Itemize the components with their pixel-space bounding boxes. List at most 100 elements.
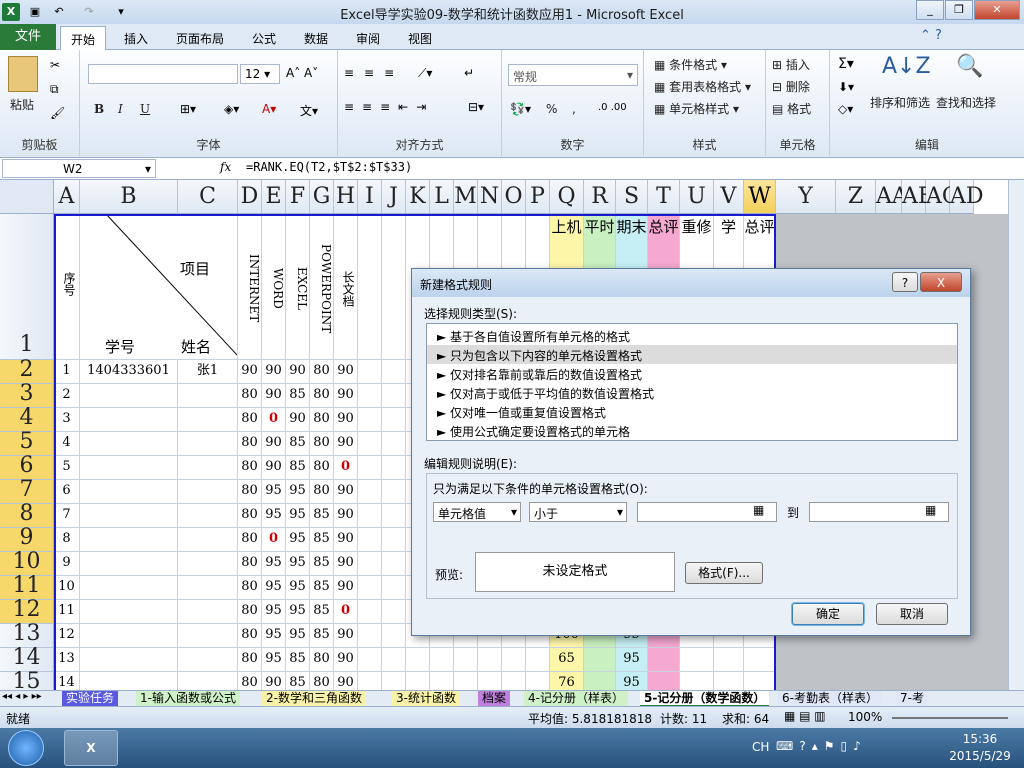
seq-cell[interactable]: 10 xyxy=(54,576,80,600)
format-button[interactable]: 格式(F)... xyxy=(685,562,763,584)
name-cell[interactable]: 张1 xyxy=(178,360,238,384)
score-cell[interactable]: 80 xyxy=(238,648,262,672)
insert-cells-button[interactable]: ⊞ 插入 xyxy=(772,56,810,73)
score-cell[interactable]: 95 xyxy=(262,576,286,600)
score-cell[interactable]: 95 xyxy=(286,504,310,528)
rule-type-item[interactable]: ► 只为包含以下内容的单元格设置格式 xyxy=(427,345,957,364)
autosum-icon[interactable]: Σ▾ xyxy=(838,56,854,72)
column-header[interactable]: U xyxy=(680,180,714,214)
cell-value-select[interactable]: 单元格值 ▾ xyxy=(433,502,521,522)
find-select-button[interactable]: 查找和选择 xyxy=(936,94,996,111)
column-header[interactable]: N xyxy=(478,180,502,214)
column-header[interactable]: Q xyxy=(550,180,584,214)
minimize-button[interactable]: _ xyxy=(916,0,944,20)
score-cell[interactable]: 90 xyxy=(262,384,286,408)
empty-cell[interactable] xyxy=(382,384,406,408)
rule-type-list[interactable]: ► 基于各自值设置所有单元格的格式 ► 只为包含以下内容的单元格设置格式 ► 仅对排… xyxy=(426,323,958,441)
score-cell[interactable]: 80 xyxy=(238,432,262,456)
sheet-tab[interactable]: 6-考勤表（样表） xyxy=(778,691,882,707)
file-tab[interactable]: 文件 xyxy=(0,24,56,50)
score-cell[interactable]: 90 xyxy=(334,576,358,600)
column-header[interactable]: T xyxy=(648,180,680,214)
paste-button[interactable]: 粘贴 xyxy=(10,96,34,113)
empty-cell[interactable] xyxy=(358,624,382,648)
rule-type-item[interactable]: ► 仅对排名靠前或靠后的数值设置格式 xyxy=(427,364,957,383)
tab-view[interactable]: 视图 xyxy=(398,26,442,50)
score-cell[interactable]: 80 xyxy=(310,480,334,504)
column-header[interactable]: O xyxy=(502,180,526,214)
score-cell[interactable]: 80 xyxy=(310,648,334,672)
score-cell[interactable]: 85 xyxy=(310,504,334,528)
empty-cell[interactable] xyxy=(382,432,406,456)
id-cell[interactable] xyxy=(80,624,178,648)
empty-cell[interactable] xyxy=(502,672,526,690)
italic-button[interactable]: I xyxy=(118,102,123,116)
score-cell[interactable]: 90 xyxy=(262,360,286,384)
phonetic-icon[interactable]: 文▾ xyxy=(300,102,318,119)
font-size-box[interactable]: 12 ▾ xyxy=(240,64,280,84)
score-cell[interactable]: 90 xyxy=(334,552,358,576)
empty-cell[interactable] xyxy=(382,480,406,504)
rule-type-item[interactable]: ► 使用公式确定要设置格式的单元格 xyxy=(427,421,957,440)
empty-cell[interactable] xyxy=(358,432,382,456)
sheet-tab[interactable]: 4-记分册（样表） xyxy=(524,691,628,707)
taskbar-excel-icon[interactable]: X xyxy=(64,730,118,766)
empty-cell[interactable] xyxy=(358,214,382,360)
seq-cell[interactable]: 2 xyxy=(54,384,80,408)
sheet-tab[interactable]: 3-统计函数 xyxy=(392,691,460,707)
score-cell[interactable]: 80 xyxy=(238,624,262,648)
tab-formulas[interactable]: 公式 xyxy=(242,26,286,50)
score-cell[interactable]: 80 xyxy=(238,384,262,408)
empty-cell[interactable] xyxy=(680,648,714,672)
name-cell[interactable] xyxy=(178,432,238,456)
header-subject[interactable]: POWERPOINT xyxy=(310,214,334,360)
conditional-format-button[interactable]: ▦ 条件格式 ▾ xyxy=(654,56,727,73)
select-all-corner[interactable] xyxy=(0,180,54,214)
empty-cell[interactable] xyxy=(680,672,714,690)
column-header[interactable]: J xyxy=(382,180,406,214)
format-table-button[interactable]: ▦ 套用表格格式 ▾ xyxy=(654,78,751,95)
score-cell[interactable]: 90 xyxy=(334,360,358,384)
seq-cell[interactable]: 3 xyxy=(54,408,80,432)
score-cell[interactable]: 0 xyxy=(334,456,358,480)
t-cell[interactable] xyxy=(648,672,680,690)
q-cell[interactable]: 76 xyxy=(550,672,584,690)
score-cell[interactable]: 95 xyxy=(286,480,310,504)
column-header[interactable]: S xyxy=(616,180,648,214)
empty-cell[interactable] xyxy=(358,504,382,528)
id-cell[interactable]: 1404333601 xyxy=(80,360,178,384)
empty-cell[interactable] xyxy=(382,552,406,576)
ok-button[interactable]: 确定 xyxy=(792,603,864,625)
column-header[interactable]: E xyxy=(262,180,286,214)
header-name-label[interactable]: 姓名 xyxy=(176,336,216,356)
empty-cell[interactable] xyxy=(382,600,406,624)
empty-cell[interactable] xyxy=(382,456,406,480)
name-cell[interactable] xyxy=(178,648,238,672)
empty-cell[interactable] xyxy=(382,214,406,360)
wrap-text-icon[interactable]: ↵ xyxy=(464,66,474,80)
sheet-tab[interactable]: 2-数学和三角函数 xyxy=(262,691,366,707)
column-header[interactable]: AA xyxy=(876,180,908,214)
sheet-tab[interactable]: 5-记分册（数学函数） xyxy=(640,691,770,707)
cancel-button[interactable]: 取消 xyxy=(876,603,948,625)
score-cell[interactable]: 90 xyxy=(334,672,358,690)
column-header[interactable]: P xyxy=(526,180,550,214)
cell-styles-button[interactable]: ▦ 单元格样式 ▾ xyxy=(654,100,739,117)
score-cell[interactable]: 85 xyxy=(286,384,310,408)
id-cell[interactable] xyxy=(80,576,178,600)
score-cell[interactable]: 80 xyxy=(238,528,262,552)
name-cell[interactable] xyxy=(178,576,238,600)
score-cell[interactable]: 90 xyxy=(262,432,286,456)
seq-cell[interactable]: 8 xyxy=(54,528,80,552)
vertical-scrollbar[interactable] xyxy=(1008,180,1024,690)
score-cell[interactable]: 80 xyxy=(238,504,262,528)
name-cell[interactable] xyxy=(178,384,238,408)
empty-cell[interactable] xyxy=(714,672,744,690)
score-cell[interactable]: 90 xyxy=(334,408,358,432)
score-cell[interactable]: 80 xyxy=(238,480,262,504)
empty-cell[interactable] xyxy=(358,480,382,504)
score-cell[interactable]: 85 xyxy=(286,648,310,672)
clear-icon[interactable]: ◇▾ xyxy=(838,102,853,116)
score-cell[interactable]: 85 xyxy=(286,672,310,690)
cut-icon[interactable]: ✂ xyxy=(50,58,60,72)
